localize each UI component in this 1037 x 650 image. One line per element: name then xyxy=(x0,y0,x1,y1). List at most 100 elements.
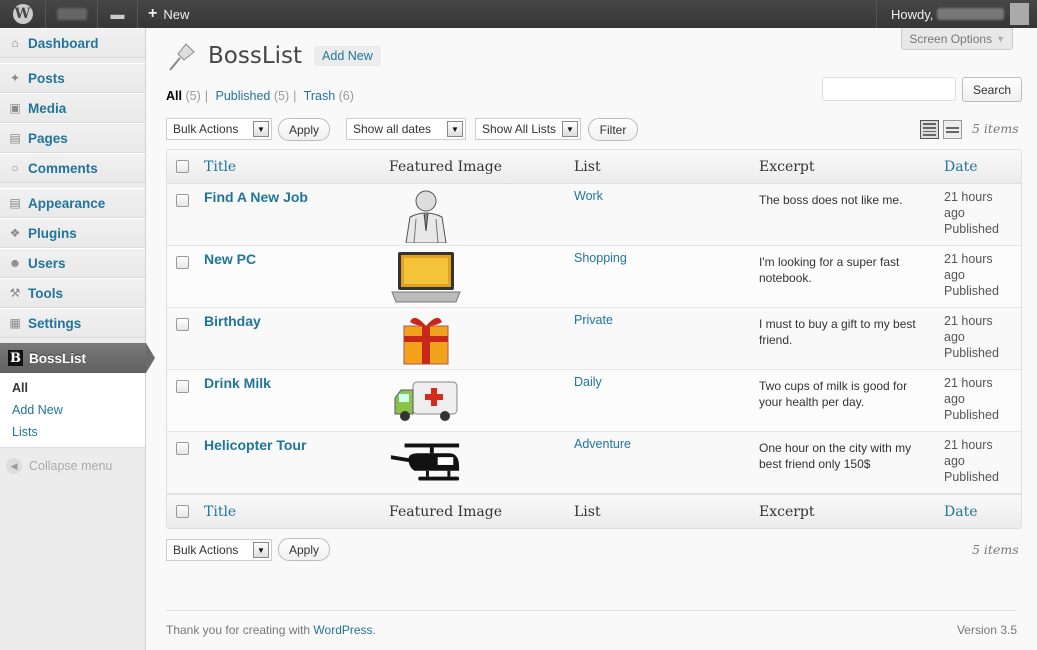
lists-filter-select[interactable]: Show All Lists ▼ xyxy=(475,118,581,140)
collapse-menu-button[interactable]: ◀ Collapse menu xyxy=(0,448,145,484)
apply-button[interactable]: Apply xyxy=(278,118,330,141)
bulk-actions-select[interactable]: Bulk Actions ▼ xyxy=(166,118,272,140)
dates-filter-select[interactable]: Show all dates ▼ xyxy=(346,118,466,140)
post-title-link[interactable]: New PC xyxy=(204,251,256,267)
date-cell: 21 hours ago Published xyxy=(944,437,1014,485)
column-list-bottom: List xyxy=(574,503,601,520)
date-cell: 21 hours ago Published xyxy=(944,189,1014,237)
post-status: Published xyxy=(944,408,999,422)
column-excerpt: Excerpt xyxy=(759,158,815,175)
excerpt-text: One hour on the city with my best friend… xyxy=(759,441,912,471)
dropdown-arrow-icon: ▼ xyxy=(562,121,578,137)
lists-filter-value: Show All Lists xyxy=(482,122,557,136)
excerpt-view-icon[interactable] xyxy=(943,120,962,139)
apply-button-bottom[interactable]: Apply xyxy=(278,538,330,561)
wordpress-link[interactable]: WordPress xyxy=(313,623,372,637)
bulk-actions-value: Bulk Actions xyxy=(173,122,239,136)
page-header: BossList Add New xyxy=(166,40,381,72)
menu-item-settings[interactable]: ▦ Settings xyxy=(0,308,145,338)
media-icon: ▣ xyxy=(9,101,21,115)
menu-item-bosslist[interactable]: B BossList xyxy=(0,343,155,373)
list-view-icon[interactable] xyxy=(920,120,939,139)
dropdown-arrow-icon: ▼ xyxy=(447,121,463,137)
view-published-link[interactable]: Published xyxy=(215,89,270,103)
menu-item-appearance[interactable]: ▤ Appearance xyxy=(0,188,145,218)
table-row: Drink Milk Daily Two cups of milk is goo… xyxy=(167,370,1021,432)
new-content-button[interactable]: + New xyxy=(138,0,199,28)
date-value: 21 hours xyxy=(944,252,993,266)
row-checkbox[interactable] xyxy=(176,380,189,393)
list-link[interactable]: Private xyxy=(574,313,613,327)
menu-item-media[interactable]: ▣ Media xyxy=(0,93,145,123)
table-footer: Title Featured Image List Excerpt Date xyxy=(167,494,1021,528)
row-checkbox[interactable] xyxy=(176,318,189,331)
menu-label: Appearance xyxy=(28,195,106,211)
footer-credit: Thank you for creating with WordPress. xyxy=(166,623,376,637)
menu-label: Comments xyxy=(28,160,98,176)
post-title-link[interactable]: Find A New Job xyxy=(204,189,308,205)
row-checkbox[interactable] xyxy=(176,194,189,207)
column-title-sort[interactable]: Title xyxy=(204,159,236,175)
list-link[interactable]: Adventure xyxy=(574,437,631,451)
wordpress-logo-button[interactable]: W xyxy=(0,0,46,28)
menu-item-users[interactable]: ☻ Users xyxy=(0,248,145,278)
post-title-link[interactable]: Helicopter Tour xyxy=(204,437,306,453)
collapse-label: Collapse menu xyxy=(29,459,113,473)
excerpt-text: I must to buy a gift to my best friend. xyxy=(759,317,916,347)
menu-label: BossList xyxy=(29,350,87,366)
view-all-count: (5) xyxy=(185,89,201,103)
menu-item-plugins[interactable]: ❖ Plugins xyxy=(0,218,145,248)
account-menu[interactable]: Howdy, xyxy=(876,0,1037,28)
post-status: Published xyxy=(944,470,999,484)
footer-version: Version 3.5 xyxy=(956,623,1017,637)
list-link[interactable]: Work xyxy=(574,189,603,203)
bulk-actions-select-bottom[interactable]: Bulk Actions ▼ xyxy=(166,539,272,561)
post-status: Published xyxy=(944,284,999,298)
footer-thanks: Thank you for creating with xyxy=(166,623,311,637)
view-mode-switcher xyxy=(920,120,962,139)
column-title-sort-bottom[interactable]: Title xyxy=(204,504,236,520)
search-button[interactable]: Search xyxy=(962,77,1022,102)
table-row: New PC Shopping I'm looking for a super … xyxy=(167,246,1021,308)
helicopter-image xyxy=(389,435,463,491)
view-filters: All (5) | Published (5) | Trash (6) xyxy=(166,89,354,103)
menu-label: Tools xyxy=(28,285,63,301)
post-title-link[interactable]: Drink Milk xyxy=(204,375,271,391)
avatar xyxy=(1009,3,1029,25)
pushpin-icon xyxy=(166,40,198,72)
column-date-sort-bottom[interactable]: Date xyxy=(944,504,977,520)
select-all-checkbox-bottom[interactable] xyxy=(176,505,189,518)
submenu-lists[interactable]: Lists xyxy=(0,421,145,443)
filter-button[interactable]: Filter xyxy=(588,118,638,141)
add-new-button[interactable]: Add New xyxy=(314,46,381,66)
date-value: 21 hours xyxy=(944,376,993,390)
view-all-link[interactable]: All xyxy=(166,89,182,103)
table-body: Find A New Job Work The boss does not li… xyxy=(167,184,1021,494)
menu-item-pages[interactable]: ▤ Pages xyxy=(0,123,145,153)
menu-item-comments[interactable]: ○ Comments xyxy=(0,153,145,183)
menu-item-posts[interactable]: ✦ Posts xyxy=(0,63,145,93)
select-all-checkbox[interactable] xyxy=(176,160,189,173)
list-link[interactable]: Shopping xyxy=(574,251,627,265)
search-input[interactable] xyxy=(822,77,956,101)
menu-item-dashboard[interactable]: ⌂ Dashboard xyxy=(0,28,145,58)
submenu-all[interactable]: All xyxy=(0,377,145,399)
column-featured-image: Featured Image xyxy=(389,158,503,175)
row-checkbox[interactable] xyxy=(176,256,189,269)
screen-options-button[interactable]: Screen Options ▼ xyxy=(901,28,1013,50)
bulk-actions-value: Bulk Actions xyxy=(173,543,239,557)
site-name-button[interactable] xyxy=(46,0,98,28)
list-link[interactable]: Daily xyxy=(574,375,602,389)
date-cell: 21 hours ago Published xyxy=(944,251,1014,299)
date-suffix: ago xyxy=(944,268,965,282)
menu-label: Pages xyxy=(28,130,68,146)
dates-filter-value: Show all dates xyxy=(353,122,432,136)
submenu-add-new[interactable]: Add New xyxy=(0,399,145,421)
username-redacted xyxy=(937,8,1004,20)
post-title-link[interactable]: Birthday xyxy=(204,313,261,329)
row-checkbox[interactable] xyxy=(176,442,189,455)
view-trash-link[interactable]: Trash xyxy=(304,89,336,103)
menu-item-tools[interactable]: ⚒ Tools xyxy=(0,278,145,308)
comments-button[interactable]: ▬ xyxy=(98,0,138,28)
column-date-sort[interactable]: Date xyxy=(944,159,977,175)
